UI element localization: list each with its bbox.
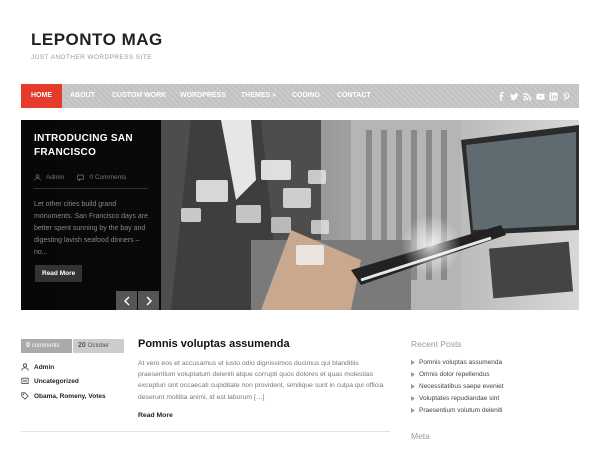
comments-count: 0: [26, 342, 30, 349]
slide-meta: Admin 0 Comments: [34, 174, 148, 189]
facebook-icon[interactable]: [497, 91, 506, 101]
recent-post-link[interactable]: Omnis dolor repellendus: [419, 371, 489, 378]
slide-read-more-button[interactable]: Read More: [35, 265, 83, 282]
slide-author[interactable]: Admin: [46, 174, 64, 181]
nav-item-coding[interactable]: CODING: [292, 84, 320, 108]
post-stats: 0 comments 20 October: [21, 339, 124, 353]
tag-icon: [21, 392, 29, 400]
meta-heading: Meta: [411, 431, 430, 441]
comments-count-badge[interactable]: 0 comments: [21, 339, 72, 353]
post-date-badge: 20 October: [73, 339, 124, 353]
post-excerpt: At vero eos et accusamus et iusto odio d…: [138, 360, 384, 401]
site-title[interactable]: LEPONTO MAG: [31, 30, 163, 50]
recent-post-link[interactable]: Praesentium volutum deleniti: [419, 407, 502, 414]
post-tags[interactable]: Obama, Romeny, Votes: [34, 393, 106, 400]
recent-post-item[interactable]: Omnis dolor repellendus: [411, 369, 579, 381]
social-links: [497, 84, 571, 108]
chevron-right-icon: [146, 296, 152, 305]
nav-item-custom-work[interactable]: CUSTOM WORK: [112, 84, 166, 108]
recent-post-item[interactable]: Voluptates repudiandae sint: [411, 392, 579, 404]
youtube-icon[interactable]: [536, 92, 545, 101]
post-day: 20: [78, 342, 86, 349]
site-tagline: JUST ANOTHER WORDPRESS SITE: [31, 54, 152, 61]
folder-icon: [21, 377, 29, 384]
nav-item-home[interactable]: HOME: [21, 84, 62, 108]
post-author[interactable]: Admin: [34, 364, 54, 371]
post-tags-row: Obama, Romeny, Votes: [21, 392, 106, 400]
slide-title[interactable]: INTRODUCING SAN FRANCISCO: [34, 132, 148, 160]
recent-post-item[interactable]: Praesentium volutum deleniti: [411, 404, 579, 416]
post-month: October: [87, 343, 110, 349]
nav-item-wordpress[interactable]: WORDPRESS: [180, 84, 226, 108]
linkedin-icon[interactable]: [549, 91, 558, 101]
bullet-icon: [411, 383, 415, 389]
recent-post-link[interactable]: Necessitatibus saepe eveniet: [419, 383, 504, 390]
recent-post-link[interactable]: Pomnis voluptas assumenda: [419, 359, 502, 366]
nav-item-themes[interactable]: THEMES »: [241, 84, 276, 108]
nav-item-about[interactable]: ABOUT: [70, 84, 95, 108]
recent-posts-list: Pomnis voluptas assumenda Omnis dolor re…: [411, 357, 579, 416]
featured-slider: INTRODUCING SAN FRANCISCO Admin 0 Commen…: [21, 120, 579, 310]
pinterest-icon[interactable]: [562, 91, 571, 101]
bullet-icon: [411, 407, 415, 413]
chevron-left-icon: [123, 296, 129, 305]
twitter-icon[interactable]: [510, 92, 519, 101]
bullet-icon: [411, 360, 415, 366]
post-category[interactable]: Uncategorized: [34, 378, 79, 385]
slider-next-button[interactable]: [138, 291, 159, 310]
slide-comments[interactable]: 0 Comments: [89, 174, 126, 181]
nav-item-contact[interactable]: CONTACT: [337, 84, 371, 108]
rss-icon[interactable]: [523, 92, 532, 101]
slider-prev-button[interactable]: [116, 291, 137, 310]
recent-post-item[interactable]: Necessitatibus saepe eveniet: [411, 381, 579, 393]
comments-label: comments: [31, 343, 60, 349]
recent-posts-heading: Recent Posts: [411, 339, 462, 349]
recent-post-item[interactable]: Pomnis voluptas assumenda: [411, 357, 579, 369]
recent-post-link[interactable]: Voluptates repudiandae sint: [419, 395, 499, 402]
slide-excerpt: Let other cities build grand monuments. …: [34, 201, 148, 256]
user-icon: [34, 174, 41, 181]
post-read-more-link[interactable]: Read More: [138, 412, 173, 419]
main-navigation: HOME ABOUT CUSTOM WORK WORDPRESS THEMES …: [21, 84, 579, 108]
comment-icon: [77, 174, 85, 181]
post-category-row: Uncategorized: [21, 377, 79, 385]
post-title[interactable]: Pomnis voluptas assumenda: [138, 338, 290, 350]
bullet-icon: [411, 372, 415, 378]
post-divider: [21, 431, 390, 432]
bullet-icon: [411, 395, 415, 401]
user-icon: [21, 363, 29, 371]
post-author-row: Admin: [21, 363, 54, 371]
